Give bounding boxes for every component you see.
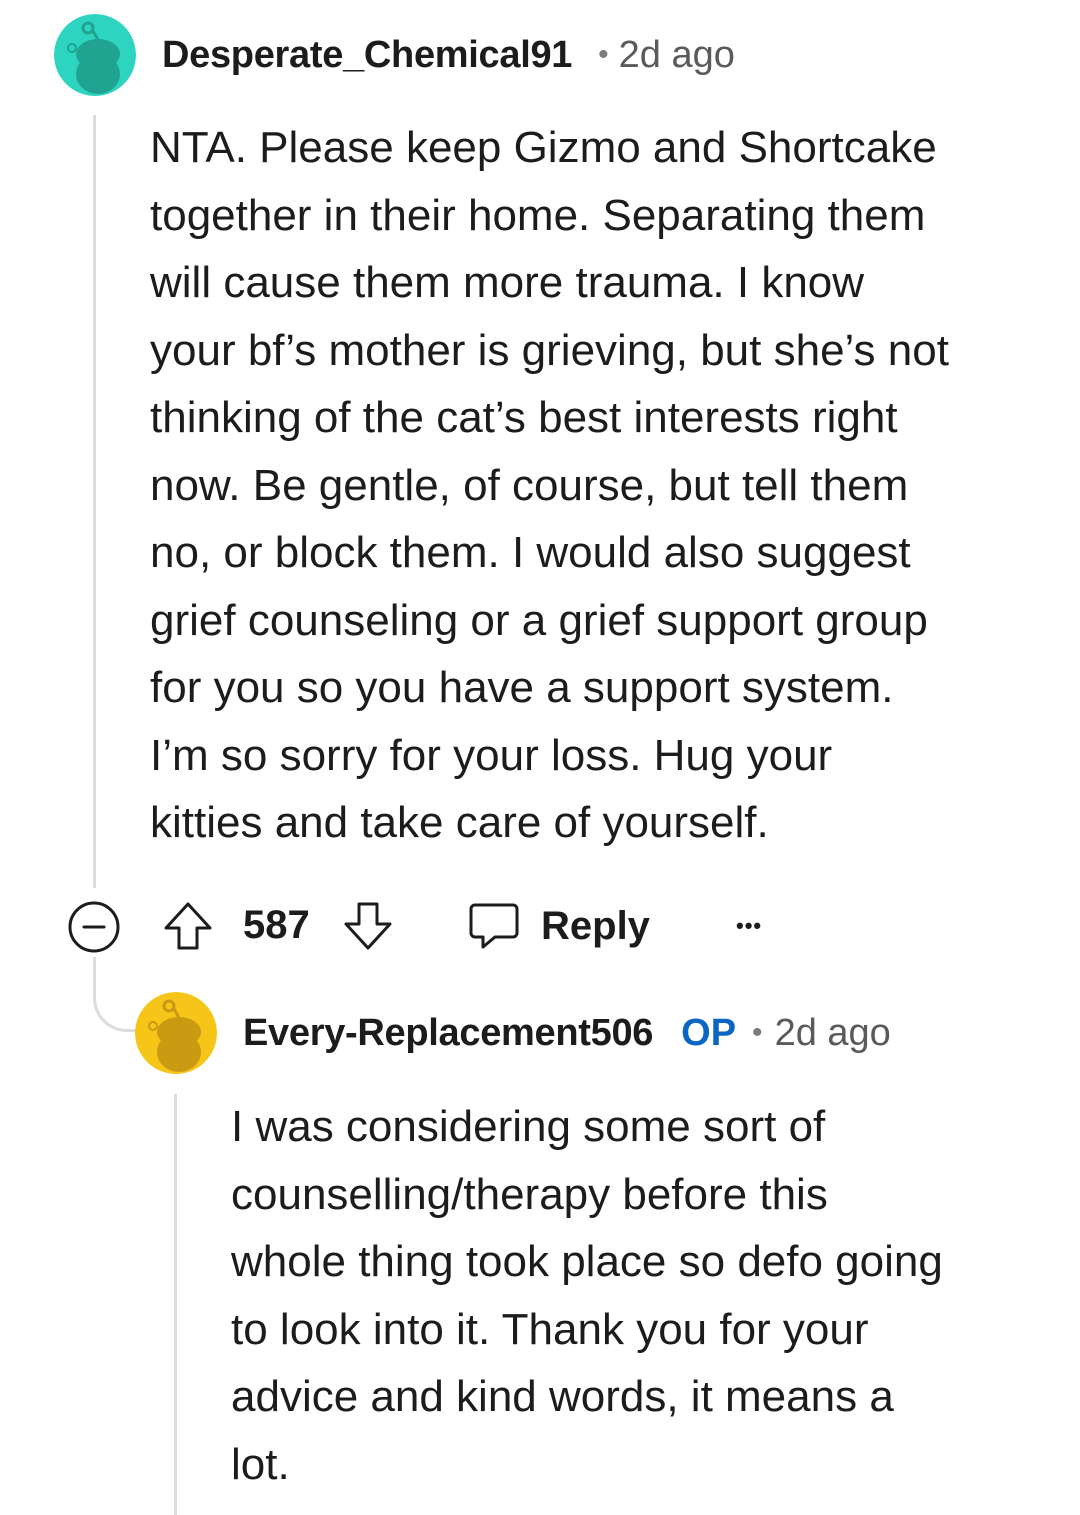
reply-header: Every-Replacement506 OP • 2d ago	[243, 1008, 891, 1058]
avatar[interactable]	[54, 14, 136, 96]
snoo-avatar-icon	[54, 14, 136, 96]
arrow-down-icon	[344, 902, 392, 950]
comment-timestamp: 2d ago	[618, 33, 735, 76]
reply-body-line: I was considering some sort of	[231, 1102, 826, 1151]
comment-body-line: together in their home. Separating them	[150, 190, 926, 240]
thread-line[interactable]	[93, 115, 96, 888]
downvote-button[interactable]	[340, 898, 396, 954]
more-options-icon: •••	[736, 913, 763, 938]
comment-body-line: I’m so sorry for your loss. Hug your	[150, 730, 833, 780]
comment-body-line: thinking of the cat’s best interests rig…	[150, 393, 898, 442]
comment-username[interactable]: Desperate_Chemical91	[162, 34, 572, 77]
comment-body-line: your bf’s mother is grieving, but she’s …	[150, 325, 949, 375]
reply-body-line: counselling/therapy before this	[231, 1169, 828, 1219]
speech-bubble-icon	[469, 903, 519, 949]
avatar[interactable]	[135, 992, 217, 1074]
more-options-button[interactable]: •••	[736, 904, 762, 948]
collapse-button[interactable]	[67, 900, 121, 954]
reply-body-line: advice and kind words, it means a	[231, 1372, 894, 1421]
vote-count: 587	[243, 903, 310, 947]
arrow-up-icon	[164, 902, 212, 950]
reply-body-line: to look into it. Thank you for your	[231, 1304, 869, 1354]
reply-body-line: lot.	[231, 1439, 290, 1489]
reply-button[interactable]: Reply	[467, 898, 650, 954]
comment-body-line: no, or block them. I would also suggest	[150, 528, 911, 577]
comment-body-line: kitties and take care of yourself.	[150, 798, 769, 847]
reply-timestamp: 2d ago	[774, 1011, 891, 1054]
reply-body: I was considering some sort of counselli…	[231, 1093, 1051, 1498]
reply-body-line: whole thing took place so defo going	[231, 1237, 943, 1286]
reply-label: Reply	[541, 903, 650, 948]
reply-connector-line[interactable]	[93, 957, 138, 1032]
op-badge: OP	[681, 1011, 737, 1054]
minus-circle-icon	[68, 901, 120, 953]
reply-username[interactable]: Every-Replacement506	[243, 1012, 653, 1055]
thread-line[interactable]	[174, 1094, 177, 1515]
comment-body: NTA. Please keep Gizmo and Shortcake tog…	[150, 114, 1040, 857]
comment-body-line: now. Be gentle, of course, but tell them	[150, 460, 909, 510]
snoo-avatar-icon	[135, 992, 217, 1074]
comment-body-line: grief counseling or a grief support grou…	[150, 595, 928, 645]
comment-body-line: will cause them more trauma. I know	[150, 258, 865, 307]
separator-dot: •	[598, 38, 609, 71]
upvote-button[interactable]	[160, 898, 216, 954]
separator-dot: •	[752, 1016, 763, 1049]
comment-header: Desperate_Chemical91 • 2d ago	[162, 30, 735, 80]
comment-body-line: for you so you have a support system.	[150, 663, 894, 712]
comment-body-line: NTA. Please keep Gizmo and Shortcake	[150, 123, 937, 172]
